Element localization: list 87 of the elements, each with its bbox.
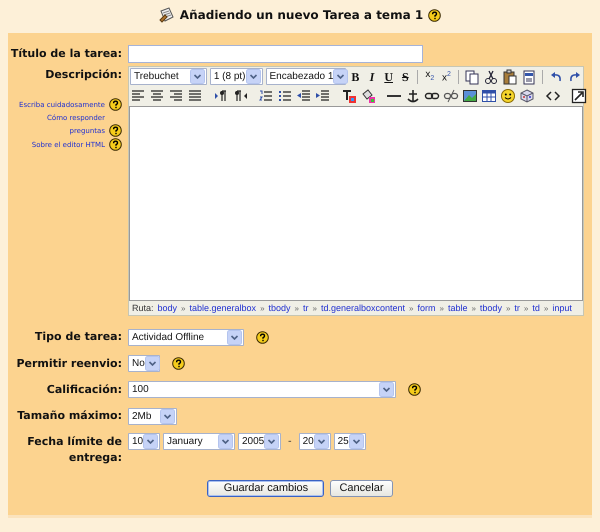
- caret-icon: [246, 69, 261, 84]
- path-link[interactable]: body: [158, 303, 178, 314]
- document-icon: [158, 7, 175, 23]
- field-label: Permitir reenvio:: [16, 356, 122, 372]
- dropdown[interactable]: 2Mb: [128, 408, 177, 425]
- help-icon[interactable]: [408, 383, 421, 396]
- dropdown[interactable]: 25: [334, 433, 366, 450]
- date-separator: -: [288, 436, 292, 448]
- path-separator: »: [312, 304, 317, 313]
- path-separator: »: [471, 304, 476, 313]
- size-dropdown[interactable]: 1 (8 pt): [210, 68, 263, 86]
- smiley-icon[interactable]: [500, 88, 516, 104]
- picture-icon[interactable]: [462, 88, 478, 104]
- dropdown[interactable]: January: [163, 433, 235, 450]
- clipboard-icon[interactable]: [502, 68, 518, 85]
- path-separator: »: [181, 304, 186, 313]
- dropdown[interactable]: Actividad Offline: [128, 328, 244, 346]
- italic-button[interactable]: I: [365, 68, 379, 85]
- field-label: Calificación:: [46, 382, 122, 398]
- field-label: Fecha límite de entrega:: [26, 434, 122, 466]
- cube-icon[interactable]: [519, 88, 535, 104]
- caret-icon: [333, 69, 348, 84]
- save-button[interactable]: Guardar cambios: [207, 480, 324, 497]
- page-title: Añadiendo un nuevo Tarea a tema 1: [180, 8, 424, 22]
- path-link[interactable]: tr: [303, 303, 308, 314]
- expand-icon[interactable]: [571, 88, 587, 104]
- path-link[interactable]: form: [417, 303, 436, 314]
- caret-icon: [314, 434, 329, 450]
- caret-icon: [218, 434, 233, 450]
- path-link[interactable]: input: [552, 303, 572, 314]
- dropdown[interactable]: No: [128, 355, 160, 372]
- path-link[interactable]: tr: [514, 303, 520, 314]
- path-link[interactable]: td.generalboxcontent: [320, 303, 406, 314]
- path-link[interactable]: tbody: [480, 303, 502, 314]
- path-link[interactable]: td: [532, 303, 540, 314]
- field-label: Tamaño máximo:: [17, 408, 122, 424]
- dropdown[interactable]: 100: [128, 381, 396, 398]
- caret-icon: [227, 330, 242, 345]
- format-dropdown[interactable]: Encabezado 1: [266, 68, 346, 86]
- bold-button[interactable]: B: [348, 68, 362, 85]
- paragraph-left-icon[interactable]: [232, 88, 248, 104]
- underline-button[interactable]: U: [382, 68, 396, 85]
- sub-button[interactable]: x$_{2}$: [423, 66, 437, 87]
- path-separator: »: [409, 304, 414, 313]
- help-icon[interactable]: [109, 98, 122, 112]
- path-separator: »: [294, 304, 299, 313]
- sup-button[interactable]: x$^{2}$: [440, 67, 454, 87]
- table-icon[interactable]: [481, 88, 497, 104]
- dropdown[interactable]: 10: [128, 433, 160, 450]
- field-label: Descripción:: [45, 67, 122, 84]
- help-icon[interactable]: [109, 138, 122, 152]
- path-link[interactable]: table: [448, 303, 468, 314]
- help-icon[interactable]: [428, 8, 442, 22]
- caret-icon: [143, 434, 158, 450]
- field-label: Tipo de tarea:: [34, 329, 122, 346]
- paint-bucket-icon[interactable]: [360, 88, 376, 104]
- anchor-icon[interactable]: [405, 88, 421, 104]
- cancel-button[interactable]: Cancelar: [330, 480, 393, 497]
- help-icon[interactable]: [256, 330, 269, 344]
- copy-icon[interactable]: [464, 68, 480, 85]
- path-link[interactable]: tbody: [268, 303, 291, 314]
- strike-button[interactable]: S: [398, 68, 412, 85]
- help-icon[interactable]: [172, 357, 185, 370]
- dropdown[interactable]: 2005: [238, 433, 281, 450]
- document-icon[interactable]: [521, 68, 538, 85]
- dropdown[interactable]: 20: [298, 433, 331, 450]
- text-color-icon[interactable]: [341, 88, 357, 104]
- font-dropdown[interactable]: Trebuchet: [130, 68, 207, 86]
- caret-icon: [160, 408, 175, 424]
- scissors-icon[interactable]: [483, 68, 500, 85]
- path-separator: »: [260, 304, 265, 313]
- caret-icon: [190, 69, 205, 84]
- caret-icon: [379, 382, 394, 398]
- path-separator: »: [544, 304, 548, 313]
- caret-icon: [348, 434, 364, 450]
- broken-link-icon[interactable]: [443, 88, 459, 104]
- caret-icon: [144, 356, 160, 372]
- path-separator: »: [524, 304, 528, 313]
- field-label: Título de la tarea:: [10, 46, 122, 62]
- path-separator: »: [439, 304, 444, 313]
- path-label: Ruta:: [132, 303, 154, 314]
- path-separator: »: [506, 304, 510, 313]
- caret-icon: [264, 434, 280, 450]
- paragraph-right-icon[interactable]: [213, 88, 229, 104]
- path-link[interactable]: table.generalbox: [190, 303, 256, 314]
- text-field[interactable]: [128, 45, 423, 63]
- help-icon[interactable]: [109, 124, 122, 138]
